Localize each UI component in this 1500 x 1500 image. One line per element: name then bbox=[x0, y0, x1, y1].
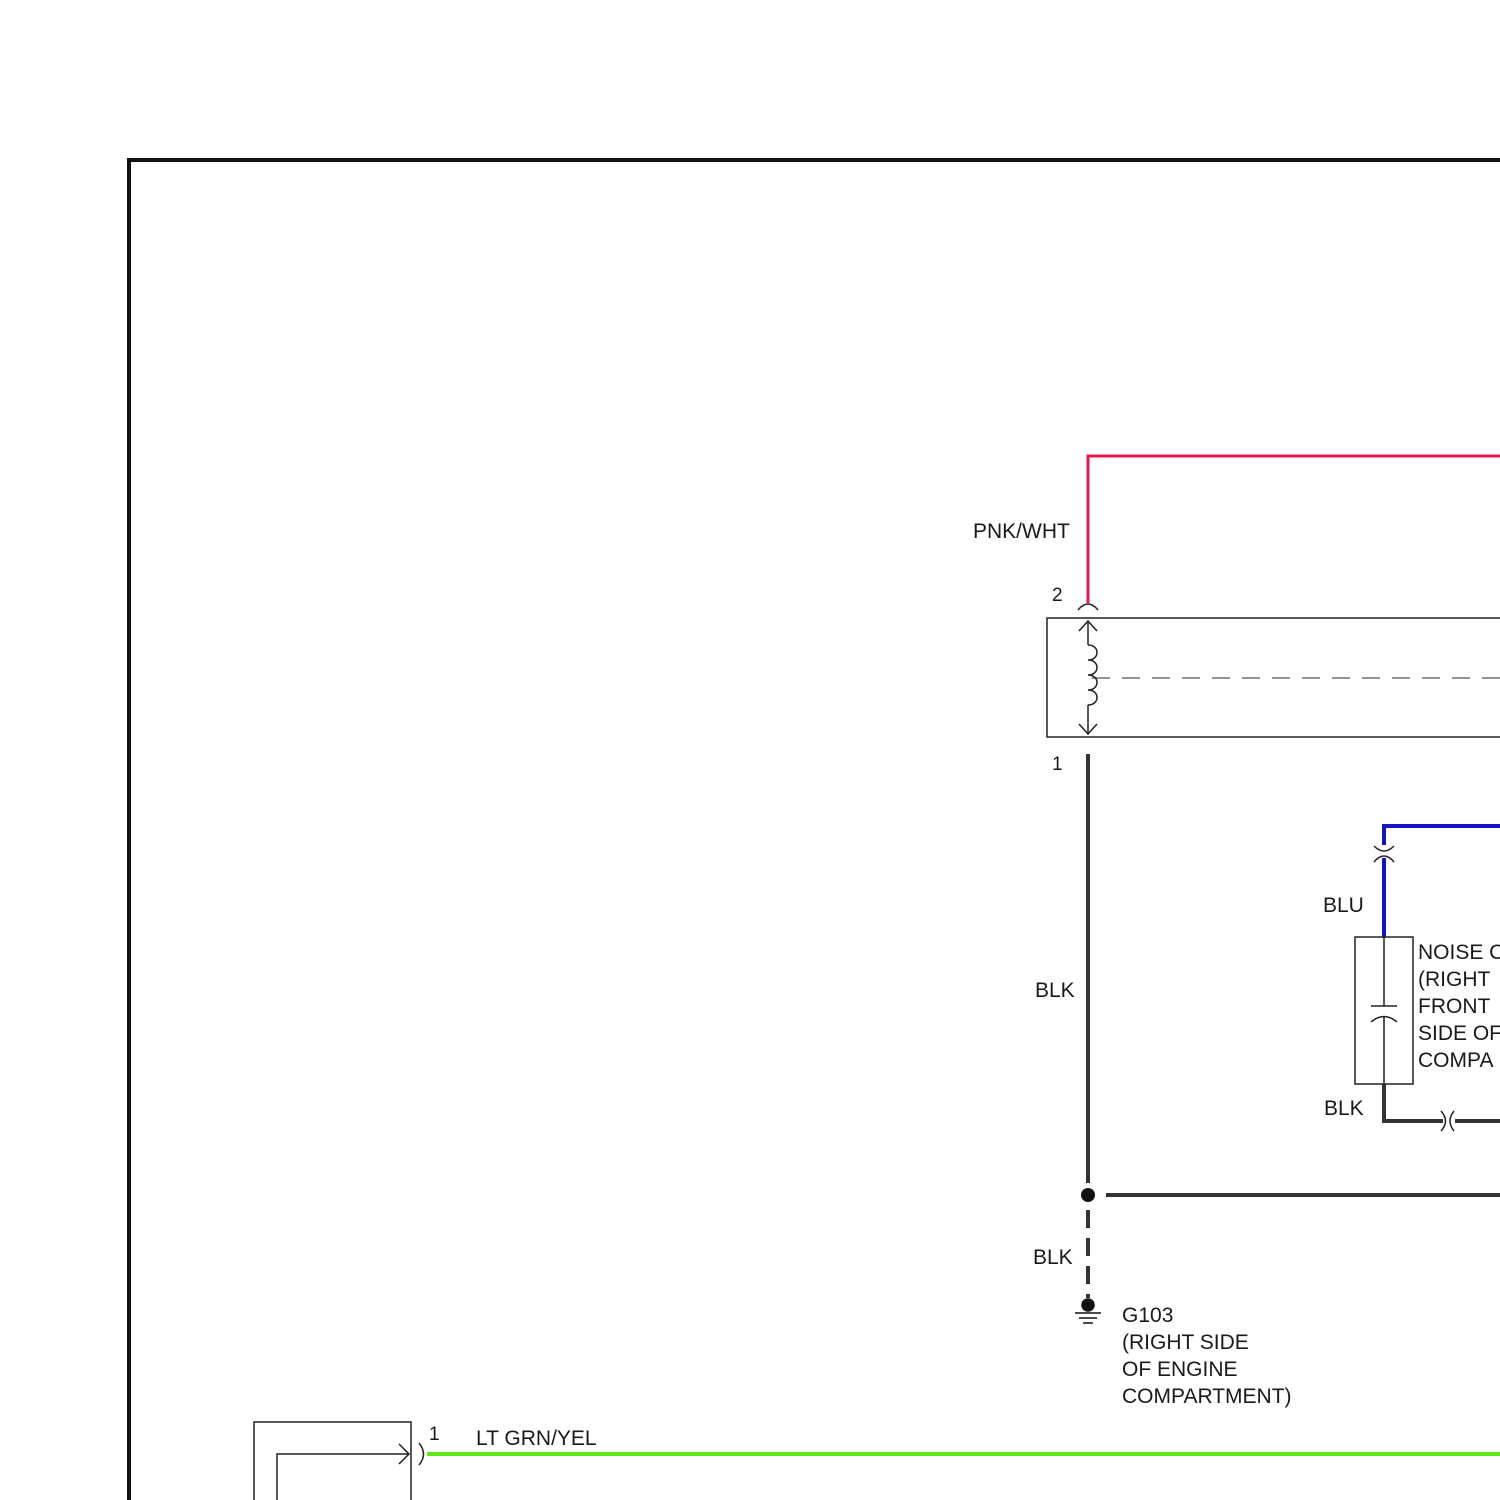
wiring-diagram: PNK/WHT 2 1 BLK BLK G103 (RIGHT SIDE OF … bbox=[127, 158, 1500, 1500]
wire-label-lt-grn-yel: LT GRN/YEL bbox=[476, 1427, 597, 1450]
noise-condenser-label-4: SIDE OF bbox=[1418, 1022, 1500, 1045]
wire-label-blu: BLU bbox=[1323, 894, 1364, 917]
noise-condenser-label-2: (RIGHT bbox=[1418, 968, 1490, 991]
wire-label-blk-main: BLK bbox=[1035, 979, 1075, 1002]
wire-label-blk-ground: BLK bbox=[1033, 1246, 1073, 1269]
pin-number-1: 1 bbox=[1052, 754, 1063, 775]
ground-location-line-2: OF ENGINE bbox=[1122, 1358, 1238, 1381]
ground-icon bbox=[1075, 1298, 1101, 1324]
connector-bottom-left-icon bbox=[418, 1442, 425, 1466]
capacitor-icon bbox=[1370, 937, 1398, 1084]
wire-label-pnk-wht: PNK/WHT bbox=[973, 520, 1070, 543]
wire-blu bbox=[1382, 824, 1500, 845]
splice-point bbox=[1081, 1188, 1095, 1202]
wire-blk-condenser bbox=[1382, 1084, 1443, 1123]
connector-pin-2-icon bbox=[1077, 603, 1099, 611]
wire-label-blk-condenser: BLK bbox=[1324, 1097, 1364, 1120]
wire-pnk-wht bbox=[1086, 454, 1500, 603]
noise-condenser-label-1: NOISE C bbox=[1418, 941, 1500, 964]
bottom-left-terminal-line bbox=[276, 1453, 409, 1500]
noise-condenser-label-5: COMPA bbox=[1418, 1049, 1493, 1072]
pin-number-2: 2 bbox=[1052, 585, 1063, 606]
ground-location-line-1: (RIGHT SIDE bbox=[1122, 1331, 1249, 1354]
diagram-frame bbox=[127, 158, 1500, 1500]
noise-condenser-label-3: FRONT bbox=[1418, 995, 1490, 1018]
ground-id: G103 bbox=[1122, 1304, 1173, 1327]
pin-number-bottom-left: 1 bbox=[429, 1424, 440, 1445]
ground-location-line-3: COMPARTMENT) bbox=[1122, 1385, 1292, 1408]
coil-icon bbox=[1078, 619, 1098, 736]
